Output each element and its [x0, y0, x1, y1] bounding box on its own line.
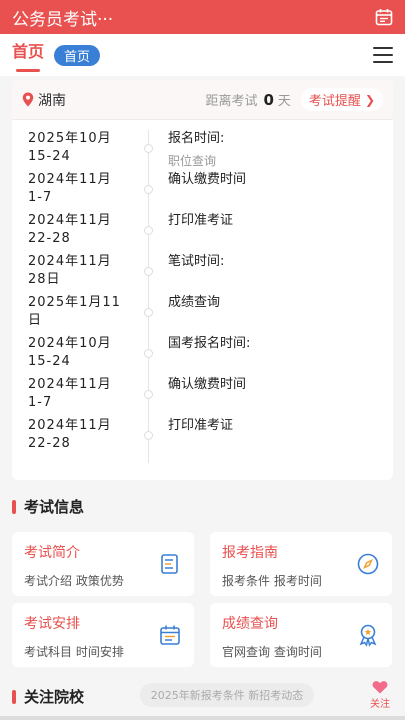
countdown-unit: 天 — [277, 94, 291, 109]
countdown-label: 距离考试 — [205, 94, 258, 109]
timeline-event: 成绩查询 — [148, 294, 220, 335]
section-marker — [12, 499, 16, 514]
timeline-date: 2024年11月 1-7 — [28, 377, 112, 410]
timeline-date: 2024年11月 28日 — [28, 254, 112, 287]
exam-timeline: 2025年10月 15-24 报名时间: 职位查询 2024年11月 1-7 确认缴费时… — [12, 120, 393, 475]
follow-button[interactable]: 关注 — [367, 680, 393, 710]
timeline-dot — [144, 267, 153, 276]
timeline-dot — [144, 431, 153, 440]
timeline-row: 2024年11月 1-7 确认缴费时间 — [12, 171, 393, 212]
heart-icon — [372, 681, 388, 694]
timeline-date: 2025年1月11 日 — [28, 295, 121, 328]
document-icon — [161, 554, 178, 574]
schedule-icon — [160, 625, 180, 645]
top-bar: 公务员考试··· — [0, 0, 405, 34]
exam-arrangement-card[interactable]: 考试安排 考试科目 时间安排 — [12, 603, 194, 667]
exam-remind-button[interactable]: 考试提醒 ❯ — [300, 88, 383, 111]
compass-icon — [357, 553, 379, 575]
bottom-divider — [0, 716, 405, 720]
exam-countdown: 距离考试 0 天 — [205, 90, 291, 110]
countdown-value: 0 — [263, 90, 274, 109]
score-query-card[interactable]: 成绩查询 官网查询 查询时间 — [210, 603, 392, 667]
timeline-row: 2024年11月 28日 笔试时间: — [12, 253, 393, 294]
timeline-event-label: 确认缴费时间 — [168, 377, 247, 392]
timeline-row: 2024年11月 22-28 打印准考证 — [12, 212, 393, 253]
timeline-dot — [144, 144, 153, 153]
news-ticker[interactable]: 2025年新报考条件 新招考动态 — [140, 683, 314, 707]
timeline-row: 2024年11月 22-28 打印准考证 — [12, 417, 393, 458]
follow-section-title: 关注院校 — [12, 686, 84, 707]
calendar-icon[interactable] — [375, 8, 393, 26]
timeline-date: 2024年10月 15-24 — [28, 336, 112, 369]
exam-info-title: 考试信息 — [24, 498, 85, 516]
timeline-event: 确认缴费时间 — [148, 171, 246, 212]
timeline-event-label: 确认缴费时间 — [168, 172, 247, 187]
exam-schedule-card: 湖南 距离考试 0 天 考试提醒 ❯ 2025年10月 15-24 报名时间: 职位… — [12, 80, 393, 480]
location-label: 湖南 — [38, 92, 66, 109]
timeline-dot — [144, 349, 153, 358]
location-pin-icon — [22, 92, 34, 107]
timeline-event: 笔试时间: — [148, 253, 224, 294]
timeline-event: 打印准考证 — [148, 417, 233, 458]
timeline-event: 国考报名时间: — [148, 335, 250, 376]
timeline-dot — [144, 390, 153, 399]
timeline-event-label: 报名时间: — [168, 131, 225, 146]
location-selector[interactable]: 湖南 — [22, 90, 66, 110]
timeline-row: 2024年11月 1-7 确认缴费时间 — [12, 376, 393, 417]
chevron-right-icon: ❯ — [364, 92, 375, 107]
timeline-event-label: 打印准考证 — [168, 213, 234, 228]
timeline-date: 2024年11月 22-28 — [28, 213, 112, 246]
tab-home[interactable]: 首页 — [12, 34, 44, 76]
exam-intro-card[interactable]: 考试简介 考试介绍 政策优势 — [12, 532, 194, 596]
timeline-row: 2025年1月11 日 成绩查询 — [12, 294, 393, 335]
home-pill-button[interactable]: 首页 — [54, 44, 101, 66]
follow-label: 关注 — [370, 699, 390, 710]
timeline-date: 2024年11月 1-7 — [28, 172, 112, 205]
timeline-event-label: 打印准考证 — [168, 418, 234, 433]
timeline-event-label: 国考报名时间: — [168, 336, 251, 351]
timeline-date: 2024年11月 22-28 — [28, 418, 112, 451]
award-icon — [359, 624, 377, 647]
card-header: 湖南 距离考试 0 天 考试提醒 ❯ — [12, 80, 393, 120]
follow-title: 关注院校 — [24, 688, 85, 706]
timeline-row: 2024年10月 15-24 国考报名时间: — [12, 335, 393, 376]
menu-icon[interactable] — [373, 47, 393, 63]
section-marker — [12, 689, 16, 704]
timeline-event-label: 笔试时间: — [168, 254, 225, 269]
timeline-event: 确认缴费时间 — [148, 376, 246, 417]
timeline-dot — [144, 308, 153, 317]
timeline-sub-link[interactable]: 职位查询 — [168, 152, 224, 170]
remind-label: 考试提醒 — [308, 94, 361, 109]
tab-bar: 首页 首页 — [0, 34, 405, 76]
timeline-event: 打印准考证 — [148, 212, 233, 253]
timeline-dot — [144, 185, 153, 194]
timeline-date: 2025年10月 15-24 — [28, 131, 112, 164]
timeline-event: 报名时间: 职位查询 — [148, 130, 224, 171]
timeline-dot — [144, 226, 153, 235]
exam-guide-card[interactable]: 报考指南 报考条件 报考时间 — [210, 532, 392, 596]
exam-info-section-title: 考试信息 — [12, 496, 84, 517]
timeline-row: 2025年10月 15-24 报名时间: 职位查询 — [12, 130, 393, 171]
timeline-event-label: 成绩查询 — [168, 295, 221, 310]
app-title: 公务员考试··· — [12, 9, 114, 30]
